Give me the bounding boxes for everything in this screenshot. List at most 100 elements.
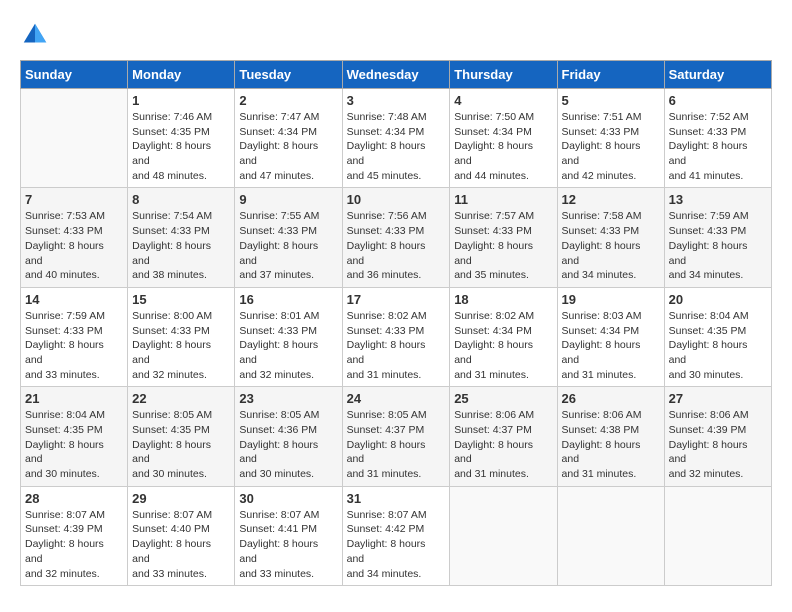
- sunrise-text: Sunrise: 8:06 AM: [562, 409, 642, 421]
- sunset-text: Sunset: 4:36 PM: [239, 424, 317, 436]
- daylight-text: Daylight: 8 hours and: [347, 439, 426, 466]
- daylight-text-cont: and 41 minutes.: [669, 170, 744, 182]
- calendar-header-wednesday: Wednesday: [342, 61, 450, 89]
- day-info: Sunrise: 7:46 AMSunset: 4:35 PMDaylight:…: [132, 110, 230, 183]
- calendar-cell: 7Sunrise: 7:53 AMSunset: 4:33 PMDaylight…: [21, 188, 128, 287]
- calendar-cell: [21, 89, 128, 188]
- daylight-text: Daylight: 8 hours and: [239, 240, 318, 267]
- sunset-text: Sunset: 4:33 PM: [132, 225, 210, 237]
- calendar-cell: 12 Sunrise: 7:58 AMSunset: 4:33 PMDayligh…: [557, 188, 664, 287]
- calendar-cell: 16Sunrise: 8:01 AMSunset: 4:33 PMDayligh…: [235, 287, 342, 386]
- sunrise-text: Sunrise: 8:07 AM: [25, 509, 105, 521]
- daylight-text: Daylight: 8 hours and: [562, 339, 641, 366]
- sunset-text: Sunset: 4:34 PM: [454, 126, 532, 138]
- daylight-text: Daylight: 8 hours and: [132, 140, 211, 167]
- sunrise-text: Sunrise: 8:04 AM: [669, 310, 749, 322]
- sunrise-text: Sunrise: 7:48 AM: [347, 111, 427, 123]
- day-info: Sunrise: 7:50 AMSunset: 4:34 PMDaylight:…: [454, 110, 552, 183]
- day-number: 15: [132, 292, 230, 307]
- day-number: 1: [132, 93, 230, 108]
- sunrise-text: Sunrise: 7:46 AM: [132, 111, 212, 123]
- daylight-text-cont: and 31 minutes.: [454, 369, 529, 381]
- sunrise-text: Sunrise: 8:05 AM: [132, 409, 212, 421]
- daylight-text: Daylight: 8 hours and: [239, 339, 318, 366]
- calendar-header-friday: Friday: [557, 61, 664, 89]
- sunset-text: Sunset: 4:41 PM: [239, 523, 317, 535]
- daylight-text-cont: and 48 minutes.: [132, 170, 207, 182]
- logo: [20, 20, 55, 50]
- sunrise-text: Sunrise: 7:57 AM: [454, 210, 534, 222]
- day-number: 12: [562, 192, 660, 207]
- day-number: 30: [239, 491, 337, 506]
- sunset-text: Sunset: 4:33 PM: [562, 225, 640, 237]
- day-info: Sunrise: 7:51 AMSunset: 4:33 PMDaylight:…: [562, 110, 660, 183]
- sunrise-text: Sunrise: 8:04 AM: [25, 409, 105, 421]
- day-info: Sunrise: 7:58 AMSunset: 4:33 PMDaylight:…: [562, 209, 660, 282]
- day-info: Sunrise: 8:04 AMSunset: 4:35 PMDaylight:…: [25, 408, 123, 481]
- sunset-text: Sunset: 4:33 PM: [239, 225, 317, 237]
- sunset-text: Sunset: 4:33 PM: [25, 225, 103, 237]
- calendar-cell: 21Sunrise: 8:04 AMSunset: 4:35 PMDayligh…: [21, 387, 128, 486]
- sunrise-text: Sunrise: 8:07 AM: [239, 509, 319, 521]
- page-header: [20, 20, 772, 50]
- daylight-text-cont: and 32 minutes.: [25, 568, 100, 580]
- calendar-header-sunday: Sunday: [21, 61, 128, 89]
- day-info: Sunrise: 8:07 AMSunset: 4:39 PMDaylight:…: [25, 508, 123, 581]
- sunrise-text: Sunrise: 7:55 AM: [239, 210, 319, 222]
- day-info: Sunrise: 8:02 AMSunset: 4:34 PMDaylight:…: [454, 309, 552, 382]
- calendar-cell: [557, 486, 664, 585]
- calendar-cell: 20Sunrise: 8:04 AMSunset: 4:35 PMDayligh…: [664, 287, 771, 386]
- day-number: 3: [347, 93, 446, 108]
- day-info: Sunrise: 7:57 AMSunset: 4:33 PMDaylight:…: [454, 209, 552, 282]
- calendar-cell: 14Sunrise: 7:59 AMSunset: 4:33 PMDayligh…: [21, 287, 128, 386]
- daylight-text-cont: and 42 minutes.: [562, 170, 637, 182]
- day-info: Sunrise: 7:59 AMSunset: 4:33 PMDaylight:…: [669, 209, 767, 282]
- daylight-text: Daylight: 8 hours and: [669, 240, 748, 267]
- sunset-text: Sunset: 4:39 PM: [669, 424, 747, 436]
- daylight-text-cont: and 34 minutes.: [347, 568, 422, 580]
- sunrise-text: Sunrise: 7:53 AM: [25, 210, 105, 222]
- sunset-text: Sunset: 4:34 PM: [239, 126, 317, 138]
- sunset-text: Sunset: 4:33 PM: [562, 126, 640, 138]
- daylight-text: Daylight: 8 hours and: [25, 439, 104, 466]
- calendar: SundayMondayTuesdayWednesdayThursdayFrid…: [20, 60, 772, 586]
- sunset-text: Sunset: 4:37 PM: [347, 424, 425, 436]
- daylight-text: Daylight: 8 hours and: [562, 439, 641, 466]
- daylight-text-cont: and 34 minutes.: [562, 269, 637, 281]
- day-number: 17: [347, 292, 446, 307]
- calendar-cell: 19 Sunrise: 8:03 AMSunset: 4:34 PMDayligh…: [557, 287, 664, 386]
- day-info: Sunrise: 8:03 AMSunset: 4:34 PMDaylight:…: [562, 309, 660, 382]
- sunset-text: Sunset: 4:33 PM: [669, 126, 747, 138]
- day-number: 4: [454, 93, 552, 108]
- day-number: 24: [347, 391, 446, 406]
- day-info: Sunrise: 7:56 AMSunset: 4:33 PMDaylight:…: [347, 209, 446, 282]
- sunset-text: Sunset: 4:33 PM: [347, 325, 425, 337]
- calendar-cell: 8Sunrise: 7:54 AMSunset: 4:33 PMDaylight…: [128, 188, 235, 287]
- daylight-text: Daylight: 8 hours and: [132, 538, 211, 565]
- calendar-cell: [450, 486, 557, 585]
- sunrise-text: Sunrise: 8:02 AM: [454, 310, 534, 322]
- day-number: 13: [669, 192, 767, 207]
- day-info: Sunrise: 8:06 AM Sunset: 4:38 PM Daylight:…: [562, 408, 660, 481]
- day-number: 7: [25, 192, 123, 207]
- sunset-text: Sunset: 4:33 PM: [669, 225, 747, 237]
- calendar-cell: 3Sunrise: 7:48 AMSunset: 4:34 PMDaylight…: [342, 89, 450, 188]
- calendar-cell: 2Sunrise: 7:47 AMSunset: 4:34 PMDaylight…: [235, 89, 342, 188]
- day-number: 19: [562, 292, 660, 307]
- day-number: 29: [132, 491, 230, 506]
- daylight-text: Daylight: 8 hours and: [347, 339, 426, 366]
- sunrise-text: Sunrise: 8:07 AM: [347, 509, 427, 521]
- calendar-cell: 1 Sunrise: 7:46 AMSunset: 4:35 PMDaylight…: [128, 89, 235, 188]
- daylight-text-cont: and 31 minutes.: [562, 468, 637, 480]
- sunset-text: Sunset: 4:33 PM: [132, 325, 210, 337]
- sunset-text: Sunset: 4:34 PM: [347, 126, 425, 138]
- sunset-text: Sunset: 4:38 PM: [562, 424, 640, 436]
- day-number: 28: [25, 491, 123, 506]
- day-number: 8: [132, 192, 230, 207]
- sunset-text: Sunset: 4:40 PM: [132, 523, 210, 535]
- day-number: 6: [669, 93, 767, 108]
- day-number: 18: [454, 292, 552, 307]
- day-info: Sunrise: 8:06 AMSunset: 4:39 PMDaylight:…: [669, 408, 767, 481]
- sunset-text: Sunset: 4:37 PM: [454, 424, 532, 436]
- daylight-text-cont: and 35 minutes.: [454, 269, 529, 281]
